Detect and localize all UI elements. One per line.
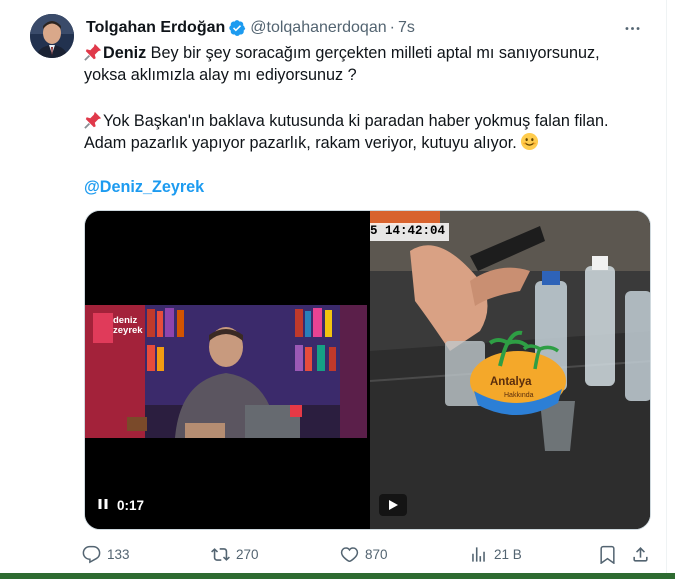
tweet-text-line-4: Adam pazarlık yapıyor pazarlık, rakam ve… [84,132,539,154]
share-button[interactable] [631,545,650,564]
more-icon[interactable] [620,16,644,40]
mention-text[interactable]: @Deniz_Zeyrek [84,178,204,196]
reply-count: 133 [107,547,130,562]
views-count: 21 B [494,547,522,562]
logo-sub: Hakkında [504,392,534,399]
tweet-time[interactable]: 7s [398,19,415,37]
smile-emoji-icon [520,132,539,151]
tweet-text-line-1-rest: Bey bir şey soracağım gerçekten milleti … [146,44,600,62]
separator-dot: · [389,19,395,36]
bottom-bar [0,573,675,579]
views-icon [472,547,485,562]
video-left-frame: deniz zeyrek [85,305,367,438]
reply-icon [82,545,101,564]
share-icon [633,547,648,562]
mention-link[interactable]: @Deniz_Zeyrek [84,176,204,198]
play-icon[interactable] [379,494,407,516]
repost-button[interactable]: 270 [211,545,259,564]
reply-button[interactable]: 133 [82,545,130,564]
tweet-text-line-3-body: Yok Başkan'ın baklava kutusunda ki parad… [103,112,609,130]
avatar[interactable] [30,14,74,58]
like-icon [340,547,359,563]
tweet-header: Tolgahan Erdoğan @tolqahanerdoqan · 7s [86,16,415,40]
video-timestamp-overlay: 5 14:42:04 [370,223,450,241]
bookmark-icon [600,545,615,564]
tweet-text-line-1: Deniz Bey bir şey soracağım gerçekten mi… [84,42,600,64]
video-right[interactable]: Antalya Hakkında 5 14:42:04 [370,211,650,529]
pin-icon [84,43,102,61]
like-button[interactable]: 870 [340,545,388,564]
video-left[interactable]: deniz zeyrek 0:17 [85,211,367,529]
tweet-text-line-3: Yok Başkan'ın baklava kutusunda ki parad… [84,110,609,132]
video-controls[interactable]: 0:17 [97,498,144,513]
right-border [666,0,667,579]
tweet-card: Tolgahan Erdoğan @tolqahanerdoqan · 7s D… [0,0,675,579]
overlay-text-2: zeyrek [113,325,143,336]
tweet-actions: 133 270 870 21 B [0,540,675,570]
mention-name-deniz: Deniz [103,44,147,62]
repost-count: 270 [236,547,259,562]
author-handle[interactable]: @tolqahanerdoqan [250,19,386,37]
pin-icon [84,111,102,129]
tweet-text-line-2: yoksa aklımızla alay mı ediyorsunuz ? [84,66,357,84]
author-name[interactable]: Tolgahan Erdoğan [86,19,225,37]
like-count: 870 [365,547,388,562]
verified-badge-icon [228,19,246,37]
video-duration: 0:17 [117,498,145,513]
media-grid: deniz zeyrek 0:17 Antalya Hakkında 5 14:… [84,210,651,530]
repost-icon [211,548,230,561]
pause-icon[interactable] [97,498,109,513]
bookmark-button[interactable] [598,545,617,564]
tweet-text-line-4-body: Adam pazarlık yapıyor pazarlık, rakam ve… [84,134,517,152]
views-button[interactable]: 21 B [469,545,522,564]
logo-word: Antalya [490,376,532,388]
